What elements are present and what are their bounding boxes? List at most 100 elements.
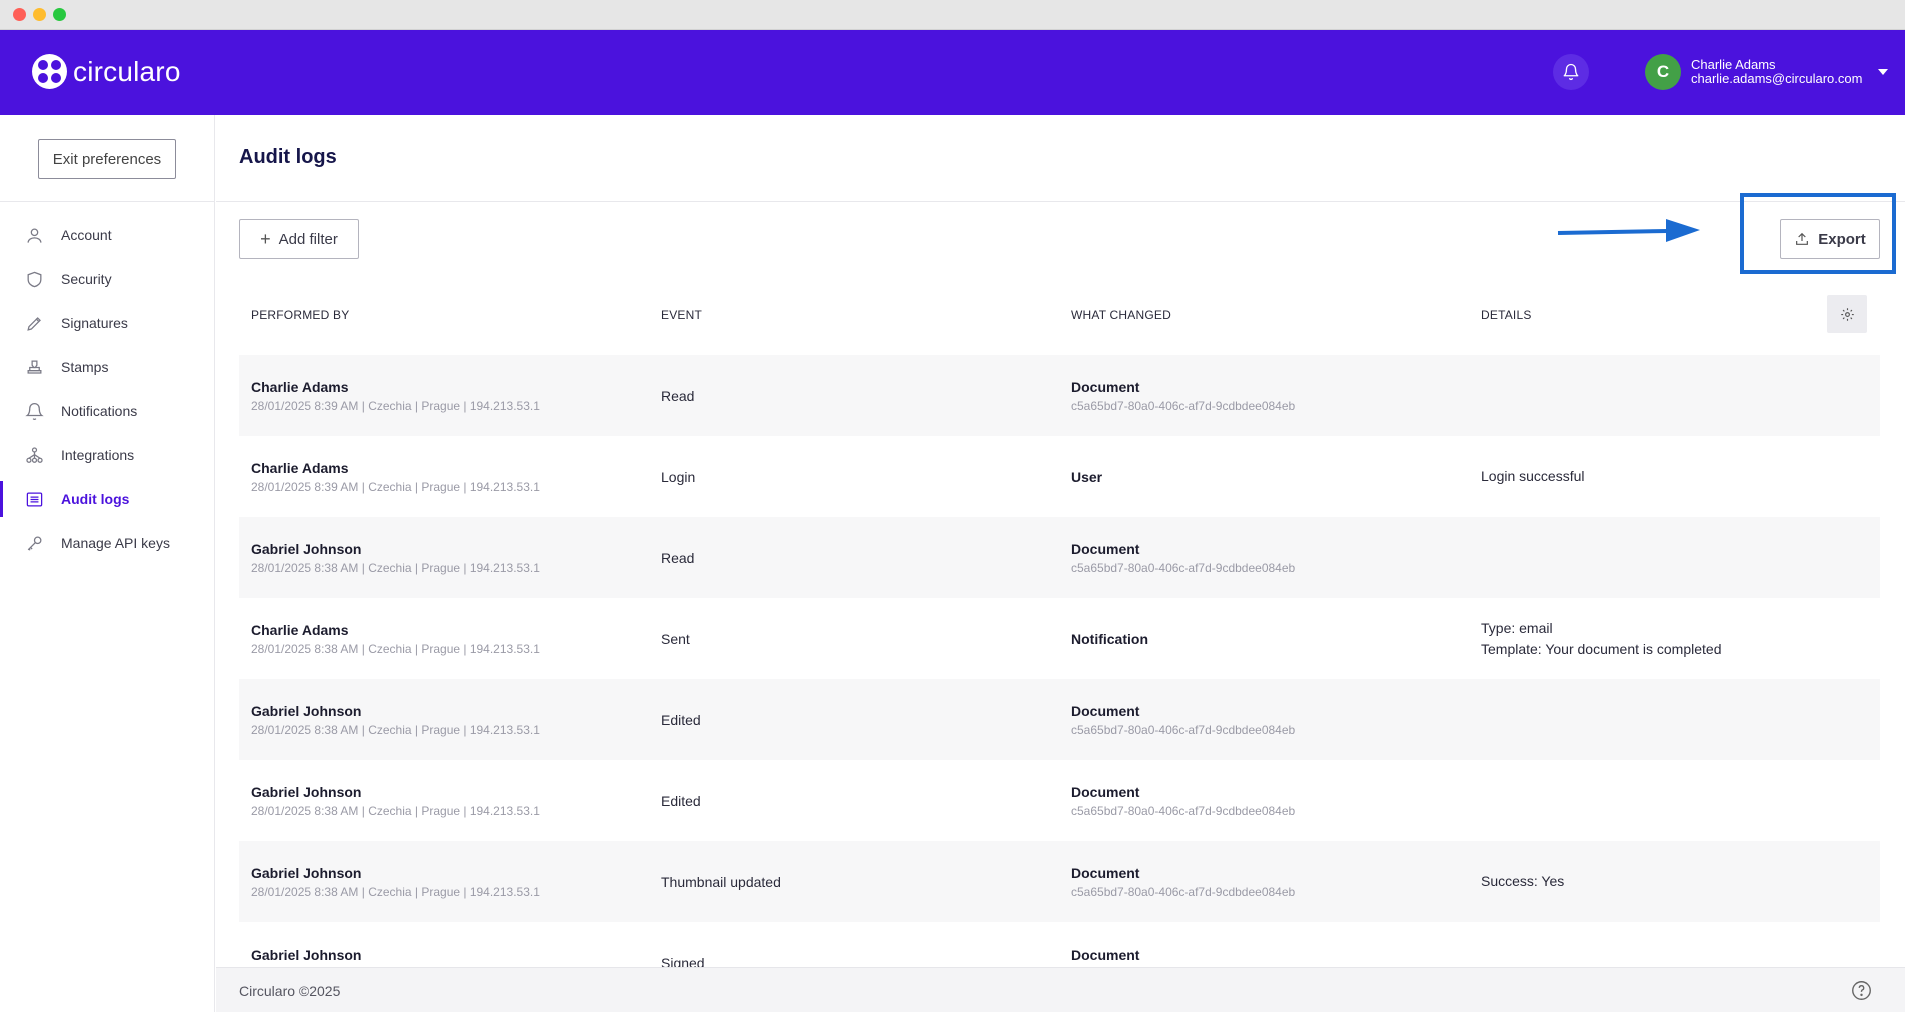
sidebar-item-label: Stamps [61,359,109,375]
what-changed-value: Notification [1071,630,1148,647]
export-button[interactable]: Export [1780,219,1880,259]
column-header-event[interactable]: EVENT [661,308,702,322]
event-value: Read [661,387,695,404]
logo-text: circularo [73,55,181,87]
table-row[interactable]: Gabriel Johnson Signed Document [239,922,1880,969]
user-icon [27,228,42,243]
arrow-pointer-icon [1557,219,1700,242]
table-row[interactable]: Gabriel Johnson 28/01/2025 8:38 AM | Czec… [239,679,1880,760]
what-changed-value: Document [1071,783,1140,800]
column-header-what-changed[interactable]: WHAT CHANGED [1071,308,1171,322]
event-value: Thumbnail updated [661,873,781,890]
add-filter-label: Add filter [278,230,338,248]
performed-by-meta: 28/01/2025 8:38 AM | Czechia | Prague | … [251,884,540,899]
details-line: Template: Your document is completed [1481,640,1722,657]
sidebar-nav: Account Security Signatures Stamps Notif… [0,213,215,565]
sidebar-item-manage-api-keys[interactable]: Manage API keys [0,521,215,565]
performed-by-meta: 28/01/2025 8:39 AM | Czechia | Prague | … [251,398,540,413]
what-changed-value: Document [1071,378,1140,395]
shield-icon [27,271,42,287]
table-row[interactable]: Charlie Adams 28/01/2025 8:39 AM | Czechi… [239,355,1880,436]
plus-icon: + [260,228,271,249]
sidebar-item-label: Manage API keys [61,535,170,551]
notifications-button[interactable] [1553,54,1589,90]
sidebar-item-security[interactable]: Security [0,257,215,301]
performed-by-name: Charlie Adams [251,621,349,638]
table-row[interactable]: Charlie Adams 28/01/2025 8:39 AM | Czechi… [239,436,1880,517]
bell-icon [1563,63,1579,81]
app-header: circularo C Charlie Adams charlie.adams@… [0,30,1905,115]
chevron-down-icon [1878,69,1889,75]
maximize-window-button[interactable] [53,8,66,21]
window-titlebar [0,0,1905,30]
sidebar-item-label: Integrations [61,447,135,463]
stamp-icon [27,360,42,374]
what-changed-value: Document [1071,540,1140,557]
integrations-icon [26,446,43,463]
app-logo[interactable]: circularo [32,54,181,89]
sidebar-item-stamps[interactable]: Stamps [0,345,215,389]
performed-by-meta: 28/01/2025 8:38 AM | Czechia | Prague | … [251,722,540,737]
what-changed-value: Document [1071,702,1140,719]
details-line: Login successful [1481,468,1585,484]
performed-by-name: Charlie Adams [251,459,349,476]
minimize-window-button[interactable] [33,8,46,21]
list-icon [26,492,43,506]
bell-icon [25,402,44,420]
close-window-button[interactable] [13,8,26,21]
what-changed-value: Document [1071,864,1140,881]
what-changed-id: c5a65bd7-80a0-406c-af7d-9cdbdee084eb [1071,560,1296,575]
add-filter-button[interactable]: + Add filter [239,219,359,259]
user-name: Charlie Adams [1691,57,1776,72]
what-changed-id: c5a65bd7-80a0-406c-af7d-9cdbdee084eb [1071,398,1296,413]
column-header-performed-by[interactable]: PERFORMED BY [251,308,349,322]
sidebar-item-integrations[interactable]: Integrations [0,433,215,477]
copyright-text: Circularo ©2025 [239,983,341,999]
sidebar-item-account[interactable]: Account [0,213,215,257]
exit-preferences-button[interactable]: Exit preferences [38,139,176,179]
app-footer: Circularo ©2025 [216,967,1905,1012]
help-icon[interactable] [1851,980,1872,1001]
circularo-logo-icon [32,54,67,89]
user-menu[interactable]: C Charlie Adams charlie.adams@circularo.… [1645,54,1889,90]
sidebar-item-notifications[interactable]: Notifications [0,389,215,433]
gear-icon [1840,307,1854,321]
upload-icon [1796,232,1809,245]
event-value: Edited [661,711,701,728]
page-title: Audit logs [239,146,337,168]
performed-by-meta: 28/01/2025 8:38 AM | Czechia | Prague | … [251,641,540,656]
event-value: Sent [661,630,690,647]
title-divider [216,201,1905,202]
what-changed-id: c5a65bd7-80a0-406c-af7d-9cdbdee084eb [1071,803,1296,818]
audit-log-table: Charlie Adams 28/01/2025 8:39 AM | Czechi… [239,355,1880,969]
sidebar-item-audit-logs[interactable]: Audit logs [0,477,215,521]
pen-icon [27,316,41,331]
column-header-details[interactable]: DETAILS [1481,308,1532,322]
performed-by-name: Gabriel Johnson [251,783,362,800]
preferences-sidebar: Exit preferences Account Security Signat… [0,115,215,1012]
sidebar-item-signatures[interactable]: Signatures [0,301,215,345]
performed-by-meta: 28/01/2025 8:38 AM | Czechia | Prague | … [251,803,540,818]
key-icon [27,536,42,551]
table-row[interactable]: Gabriel Johnson 28/01/2025 8:38 AM | Czec… [239,517,1880,598]
what-changed-id: c5a65bd7-80a0-406c-af7d-9cdbdee084eb [1071,722,1296,737]
sidebar-item-label: Account [61,227,112,243]
table-row[interactable]: Gabriel Johnson 28/01/2025 8:38 AM | Czec… [239,841,1880,922]
main-content: Audit logs + Add filter Export PERFORMED… [216,115,1905,969]
performed-by-meta: 28/01/2025 8:38 AM | Czechia | Prague | … [251,560,540,575]
sidebar-item-label: Signatures [61,315,128,331]
table-row[interactable]: Gabriel Johnson 28/01/2025 8:38 AM | Czec… [239,760,1880,841]
sidebar-item-label: Security [61,271,112,287]
performed-by-name: Gabriel Johnson [251,864,362,881]
performed-by-name: Charlie Adams [251,378,349,395]
table-settings-button[interactable] [1827,295,1867,333]
event-value: Read [661,549,695,566]
user-email: charlie.adams@circularo.com [1691,71,1863,86]
sidebar-item-label: Audit logs [61,491,130,507]
event-value: Login [661,468,696,485]
table-header: PERFORMED BY EVENT WHAT CHANGED DETAILS [239,295,1880,335]
what-changed-value: Document [1071,947,1140,963]
avatar: C [1645,54,1681,90]
performed-by-name: Gabriel Johnson [251,702,362,719]
table-row[interactable]: Charlie Adams 28/01/2025 8:38 AM | Czechi… [239,598,1880,679]
